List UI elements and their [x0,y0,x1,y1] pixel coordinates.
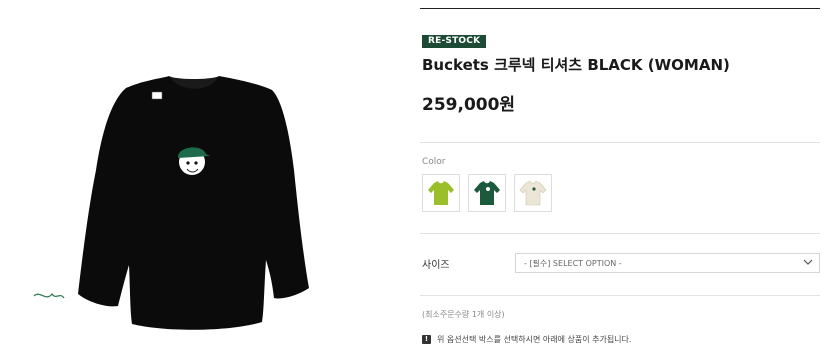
min-order-text: (최소주문수량 1개 이상) [422,310,505,319]
product-price: 259,000원 [422,95,516,115]
color-swatch-lime[interactable] [422,174,460,212]
cream-shirt-icon [519,180,547,206]
alert-icon: ! [422,335,431,344]
product-title: Buckets 크루넥 티셔츠 BLACK (WOMAN) [422,56,730,74]
size-select-value: - [필수] SELECT OPTION - [524,258,622,268]
sweatshirt-illustration [33,76,309,330]
restock-badge: RE-STOCK [422,35,487,48]
color-swatches [422,174,552,212]
divider [420,142,820,143]
divider [420,233,820,234]
product-info: RE-STOCK Buckets 크루넥 티셔츠 BLACK (WOMAN) 2… [420,0,820,358]
lime-shirt-icon [428,181,454,205]
color-swatch-green[interactable] [468,174,506,212]
color-label: Color [422,157,446,167]
green-shirt-icon [474,181,500,205]
product-image [14,10,384,350]
size-select[interactable]: - [필수] SELECT OPTION - [515,253,820,273]
option-notice-text: 위 옵션선택 박스를 선택하시면 아래에 상품이 추가됩니다. [437,335,632,344]
divider [420,295,820,296]
divider [420,8,820,9]
option-notice: ! 위 옵션선택 박스를 선택하시면 아래에 상품이 추가됩니다. [422,334,631,345]
chevron-down-icon [803,259,813,265]
color-swatch-cream[interactable] [514,174,552,212]
size-label: 사이즈 [422,260,450,271]
